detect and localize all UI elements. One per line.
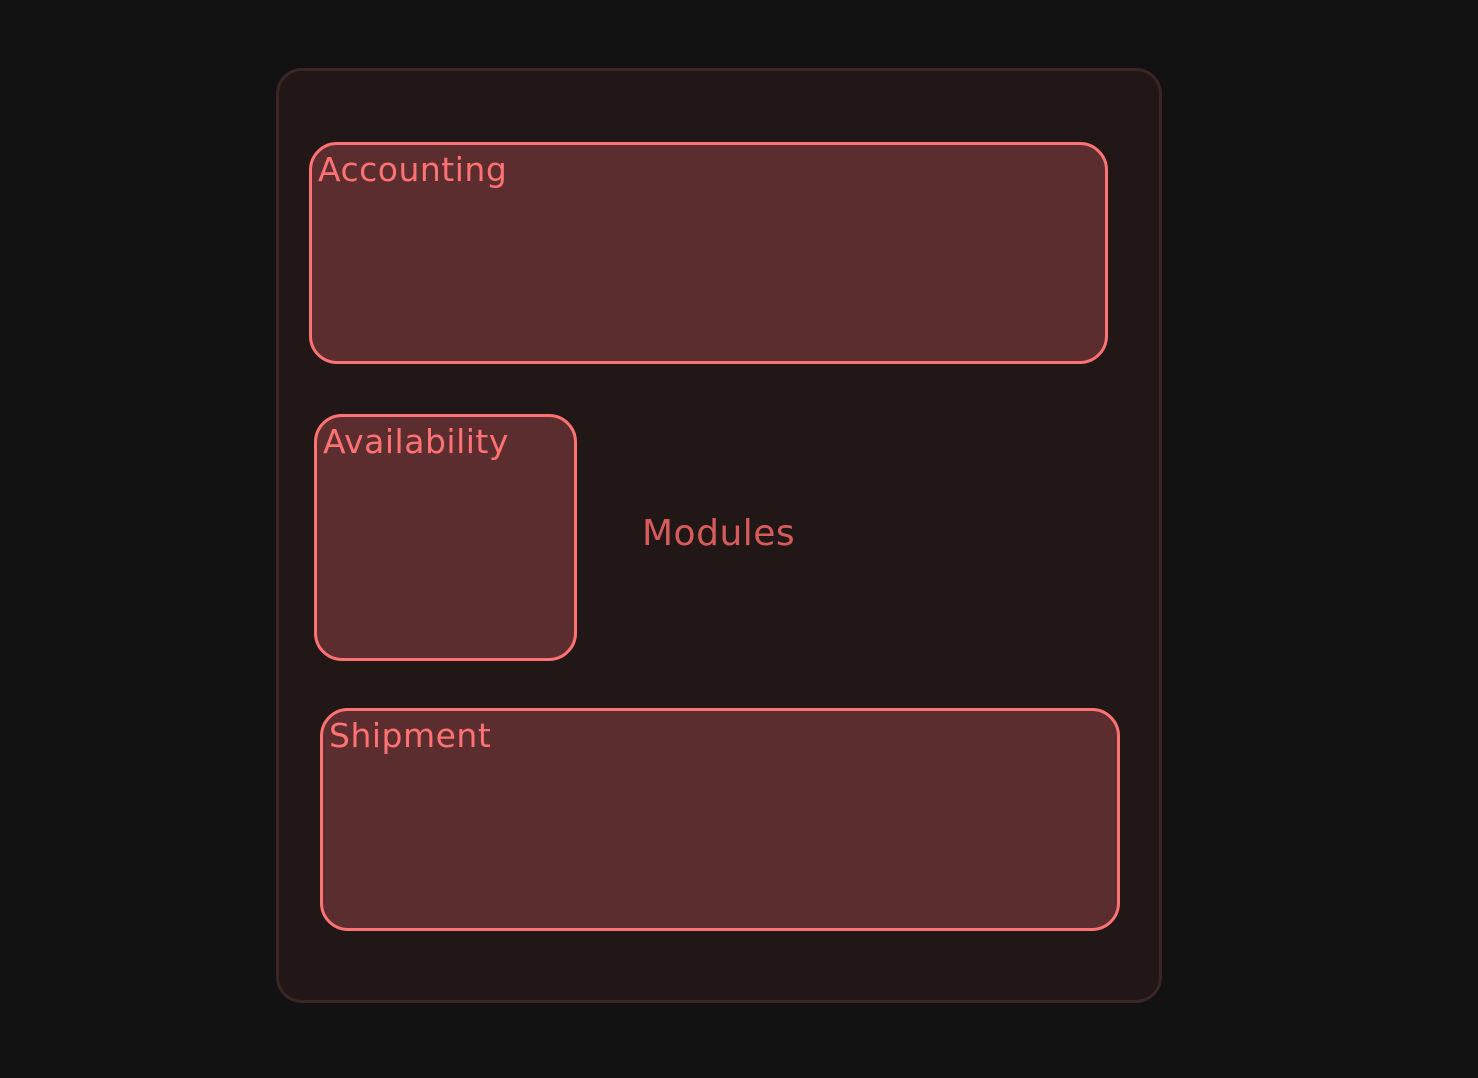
module-accounting[interactable]: Accounting bbox=[309, 142, 1108, 364]
container-label: Modules bbox=[642, 513, 796, 554]
module-accounting-label: Accounting bbox=[318, 150, 508, 189]
module-shipment[interactable]: Shipment bbox=[320, 708, 1120, 931]
module-shipment-label: Shipment bbox=[329, 716, 492, 755]
module-availability-label: Availability bbox=[323, 422, 509, 461]
module-availability[interactable]: Availability bbox=[314, 414, 577, 661]
